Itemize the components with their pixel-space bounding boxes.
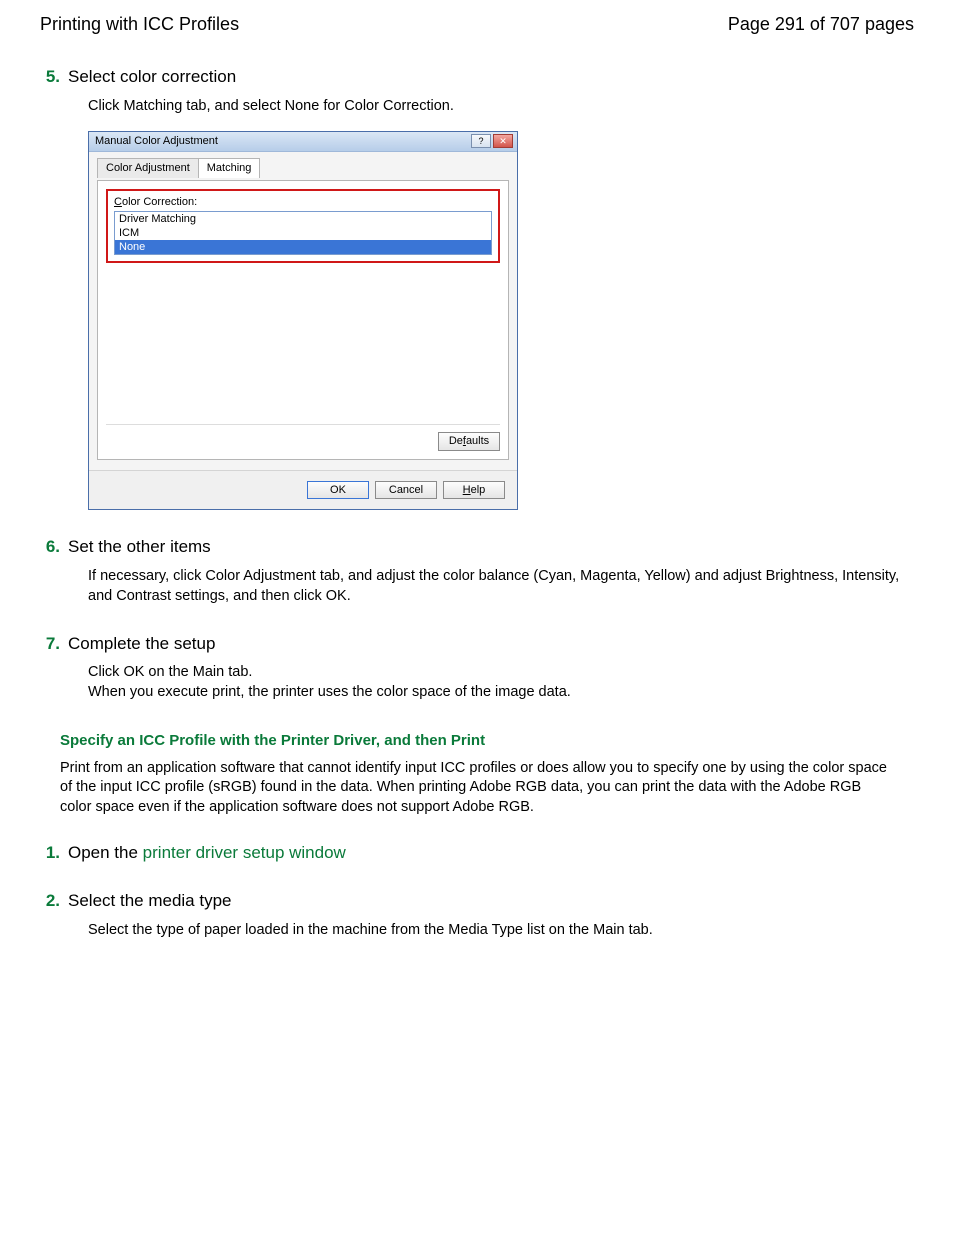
- close-window-button[interactable]: ✕: [493, 134, 513, 148]
- page-title: Printing with ICC Profiles: [40, 12, 239, 36]
- step-body: Select the type of paper loaded in the m…: [88, 921, 914, 941]
- section-heading: Specify an ICC Profile with the Printer …: [60, 731, 914, 751]
- step-5: 5. Select color correction Click Matchin…: [40, 66, 914, 510]
- step-title: Open the printer driver setup window: [68, 842, 346, 865]
- step-title: Select the media type: [68, 890, 231, 913]
- step-2: 2. Select the media type Select the type…: [40, 890, 914, 941]
- step-number: 6.: [40, 536, 60, 559]
- section-description: Print from an application software that …: [60, 759, 894, 818]
- step-number: 7.: [40, 633, 60, 656]
- help-mnemonic: H: [463, 484, 471, 496]
- step-body: If necessary, click Color Adjustment tab…: [88, 567, 914, 606]
- matching-tab-panel: Color Correction: Driver Matching ICM No…: [97, 180, 509, 460]
- step-number: 1.: [40, 842, 60, 865]
- defaults-post: aults: [466, 435, 489, 447]
- dialog-title: Manual Color Adjustment: [95, 134, 218, 149]
- manual-color-adjustment-dialog: Manual Color Adjustment ? ✕ Color Adjust…: [88, 131, 518, 511]
- tab-color-adjustment[interactable]: Color Adjustment: [97, 158, 199, 178]
- color-correction-mnemonic: C: [114, 196, 122, 208]
- listbox-option[interactable]: ICM: [115, 226, 491, 240]
- printer-driver-setup-link[interactable]: printer driver setup window: [143, 843, 346, 862]
- step-7: 7. Complete the setup Click OK on the Ma…: [40, 633, 914, 703]
- color-correction-highlight: Color Correction: Driver Matching ICM No…: [106, 189, 500, 264]
- listbox-option-selected[interactable]: None: [115, 240, 491, 254]
- step-title: Complete the setup: [68, 633, 215, 656]
- step-body: Click OK on the Main tab. When you execu…: [88, 663, 914, 702]
- help-button[interactable]: Help: [443, 481, 505, 500]
- tab-matching[interactable]: Matching: [198, 158, 261, 178]
- ok-button[interactable]: OK: [307, 481, 369, 500]
- step-1: 1. Open the printer driver setup window: [40, 842, 914, 865]
- step-title: Select color correction: [68, 66, 236, 89]
- color-correction-label-rest: olor Correction:: [122, 196, 197, 208]
- step-title: Set the other items: [68, 536, 211, 559]
- color-correction-label: Color Correction:: [114, 195, 492, 210]
- step-number: 5.: [40, 66, 60, 89]
- help-rest: elp: [471, 484, 486, 496]
- color-correction-listbox[interactable]: Driver Matching ICM None: [114, 211, 492, 255]
- step-6: 6. Set the other items If necessary, cli…: [40, 536, 914, 606]
- defaults-pre: De: [449, 435, 463, 447]
- step-title-prefix: Open the: [68, 843, 143, 862]
- step-body: Click Matching tab, and select None for …: [88, 97, 914, 117]
- step-number: 2.: [40, 890, 60, 913]
- help-window-button[interactable]: ?: [471, 134, 491, 148]
- defaults-button[interactable]: Defaults: [438, 432, 500, 451]
- listbox-option[interactable]: Driver Matching: [115, 212, 491, 226]
- dialog-titlebar: Manual Color Adjustment ? ✕: [89, 132, 517, 152]
- page-indicator: Page 291 of 707 pages: [728, 12, 914, 36]
- cancel-button[interactable]: Cancel: [375, 481, 437, 500]
